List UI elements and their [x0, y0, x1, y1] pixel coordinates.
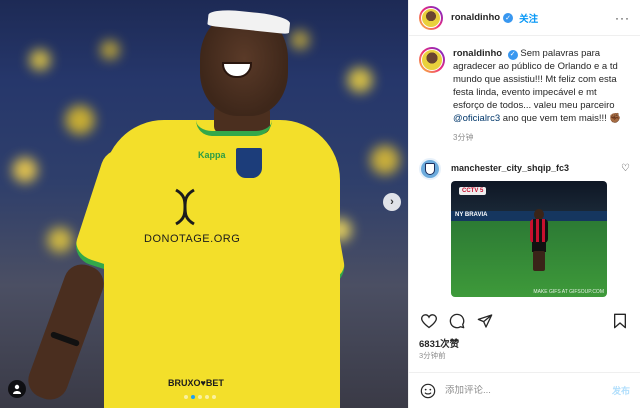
tagged-users-button[interactable] — [8, 380, 26, 398]
carousel-dot — [205, 395, 209, 399]
comment-item: manchester_city_shqip_fc3 CCTV 5 NY BRAV… — [419, 158, 630, 297]
caption-body: ronaldinho ✓ Sem palavras para agradecer… — [453, 47, 630, 144]
like-button[interactable] — [419, 311, 439, 331]
post-timestamp: 3分钟前 — [419, 351, 446, 360]
gif-watermark: MAKE GIFS AT GIFSOUP.COM — [533, 289, 604, 295]
post-comment-button[interactable]: 发布 — [612, 384, 630, 397]
caption-username[interactable]: ronaldinho — [453, 48, 502, 59]
dna-logo-icon — [175, 188, 195, 226]
player-jersey — [104, 120, 340, 408]
club-crest — [234, 146, 264, 180]
heart-icon — [421, 313, 437, 328]
avatar[interactable] — [419, 5, 443, 30]
carousel-dot — [212, 395, 216, 399]
post-media[interactable]: Kappa DONOTAGE.ORG BRUXO♥BET › — [0, 0, 408, 408]
comment-composer: 发布 — [409, 372, 640, 408]
comment-icon — [449, 313, 465, 329]
verified-badge-icon: ✓ — [503, 12, 514, 23]
comment-input[interactable] — [445, 385, 585, 396]
jersey-collar — [196, 120, 272, 136]
broadcaster-logo: CCTV 5 — [459, 187, 487, 195]
verified-badge-icon: ✓ — [507, 49, 518, 60]
comment-button[interactable] — [447, 311, 467, 331]
comment-gif[interactable]: CCTV 5 NY BRAVIA MAKE GIFS AT GIFSOUP.CO… — [451, 181, 607, 297]
carousel-next-button[interactable]: › — [383, 193, 401, 211]
comment-body: manchester_city_shqip_fc3 CCTV 5 NY BRAV… — [451, 158, 607, 297]
likes-count[interactable]: 6831次赞 — [419, 336, 459, 350]
person-icon — [13, 384, 21, 394]
caption-time: 3分钟 — [453, 133, 474, 142]
carousel-dot-active — [191, 395, 195, 399]
jersey-sponsor: DONOTAGE.ORG — [144, 233, 241, 245]
more-options-icon[interactable]: ··· — [615, 11, 630, 25]
gif-player — [529, 209, 549, 273]
caption-mention-link[interactable]: @oficialrc3 — [453, 113, 500, 124]
kit-brand-logo: Kappa — [198, 150, 226, 160]
bookmark-icon — [614, 313, 626, 329]
caption: ronaldinho ✓ Sem palavras para agradecer… — [419, 47, 630, 144]
emoji-icon — [420, 383, 436, 398]
caption-text-end: ano que vem tem mais!!! ✊🏾 — [500, 113, 622, 124]
instagram-post-modal: Kappa DONOTAGE.ORG BRUXO♥BET › ronaldinh… — [0, 0, 640, 408]
action-bar — [409, 308, 640, 334]
comments-section[interactable]: ronaldinho ✓ Sem palavras para agradecer… — [409, 37, 640, 305]
follow-button[interactable]: 关注 — [519, 11, 538, 25]
commenter-avatar[interactable] — [419, 158, 441, 180]
post-header: ronaldinho ✓ 关注 ··· — [409, 0, 640, 36]
carousel-indicator — [184, 395, 216, 399]
chevron-right-icon: › — [390, 196, 394, 208]
caption-avatar[interactable] — [419, 47, 445, 73]
carousel-dot — [198, 395, 202, 399]
emoji-button[interactable] — [419, 382, 437, 400]
header-username[interactable]: ronaldinho — [451, 12, 500, 23]
commenter-username[interactable]: manchester_city_shqip_fc3 — [451, 158, 607, 173]
comment-like-heart-icon[interactable]: ♡ — [621, 163, 630, 174]
save-button[interactable] — [610, 311, 630, 331]
jersey-sponsor-bottom: BRUXO♥BET — [168, 378, 224, 388]
share-button[interactable] — [475, 311, 495, 331]
post-side-panel: ronaldinho ✓ 关注 ··· ronaldinho ✓ Sem pal… — [408, 0, 640, 408]
carousel-dot — [184, 395, 188, 399]
send-icon — [477, 314, 493, 328]
